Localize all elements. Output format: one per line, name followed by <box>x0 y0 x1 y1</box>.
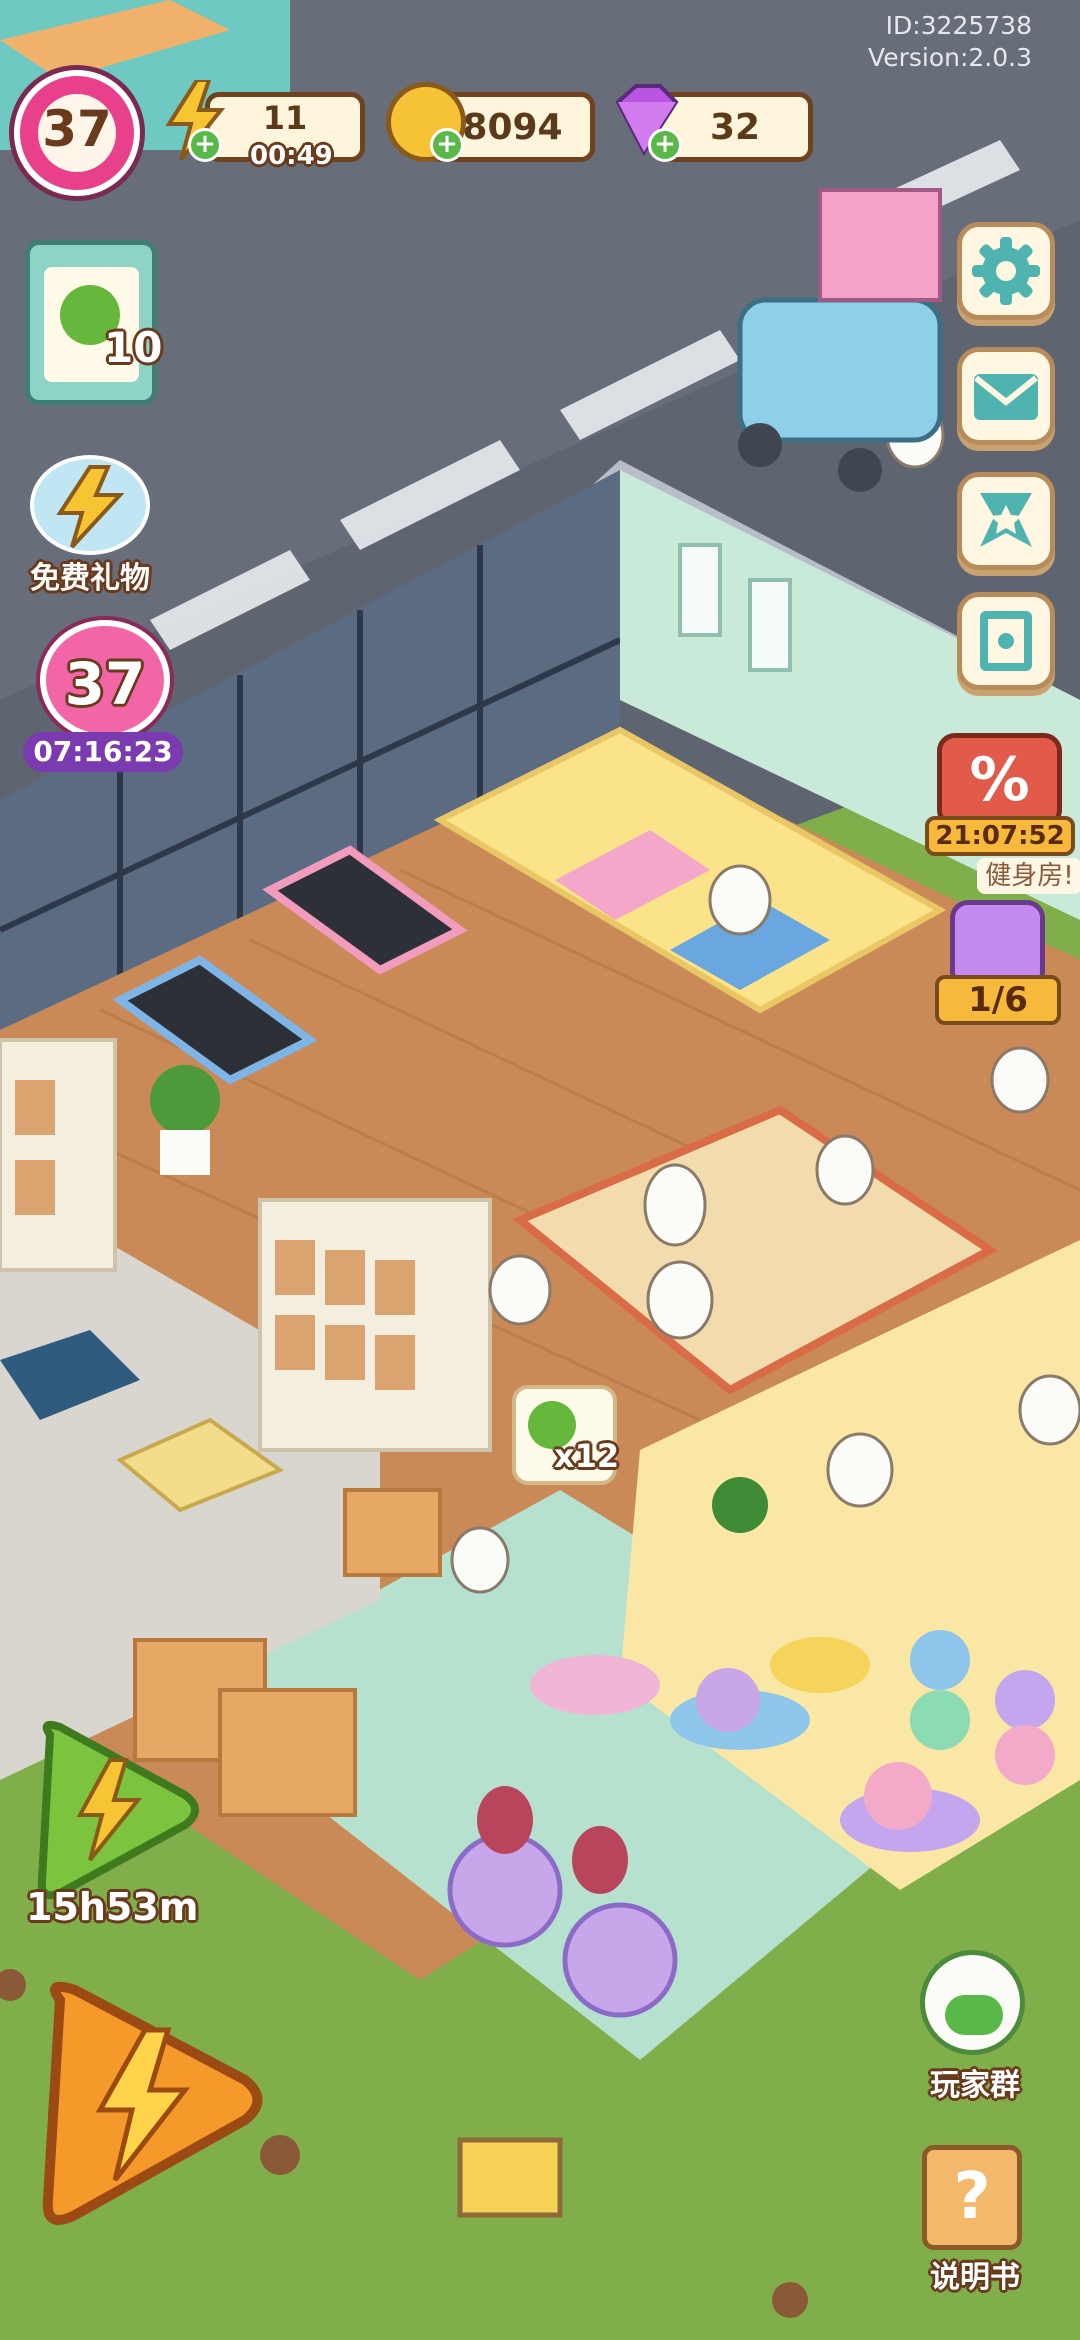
manual-label: 说明书 <box>930 2260 1020 2295</box>
achievements-button[interactable] <box>957 472 1055 570</box>
player-group-button[interactable]: 玩家群 <box>900 1950 1050 2105</box>
version-label: Version:2.0.3 <box>868 43 1032 72</box>
energy-play-button[interactable] <box>20 1975 270 2235</box>
gem-add-button[interactable]: + <box>648 128 682 162</box>
account-info: ID:3225738 Version:2.0.3 <box>868 10 1032 74</box>
trophy-icon <box>980 493 1032 547</box>
collection-button[interactable]: 1/6 <box>925 895 1075 1030</box>
settings-gear-icon <box>972 237 1040 305</box>
book-button[interactable] <box>957 592 1055 690</box>
event-timer: 07:16:23 <box>23 732 183 772</box>
event-level-button[interactable]: 37 07:16:23 <box>15 620 190 780</box>
clipboard-tasks-button[interactable]: 10 <box>25 240 162 405</box>
question-icon: ? <box>922 2145 1022 2250</box>
event-level: 37 <box>64 650 146 718</box>
energy-amount: 11 <box>262 99 308 137</box>
free-gift-button[interactable]: 免费礼物 <box>10 445 170 596</box>
free-gift-label: 免费礼物 <box>30 561 150 596</box>
sale-subtitle: 健身房! <box>977 858 1080 894</box>
chat-icon <box>920 1950 1025 2055</box>
boost-timer-button[interactable]: 15h53m <box>20 1715 220 1935</box>
clover-reward-count: x12 <box>554 1437 620 1475</box>
settings-button[interactable] <box>957 222 1055 320</box>
mail-icon <box>974 374 1038 420</box>
clipboard-count: 10 <box>104 323 163 372</box>
gym-sale-button[interactable]: % 21:07:52 健身房! <box>925 728 1080 898</box>
collection-progress: 1/6 <box>935 975 1061 1025</box>
sale-timer: 21:07:52 <box>925 816 1075 856</box>
account-id: ID:3225738 <box>885 11 1032 40</box>
player-group-label: 玩家群 <box>930 2068 1020 2103</box>
gift-icon <box>30 455 150 555</box>
book-icon <box>980 611 1032 671</box>
boost-timer: 15h53m <box>26 1885 199 1929</box>
player-level-badge[interactable]: 37 <box>14 70 140 196</box>
mail-button[interactable] <box>957 347 1055 445</box>
percent-sale-icon: % <box>937 733 1062 828</box>
manual-button[interactable]: ? 说明书 <box>900 2140 1050 2300</box>
coin-add-button[interactable]: + <box>430 128 464 162</box>
player-level: 37 <box>42 100 112 158</box>
energy-counter[interactable]: 11 00:49 <box>205 92 365 171</box>
energy-timer: 00:49 <box>250 141 333 171</box>
energy-add-button[interactable]: + <box>188 128 222 162</box>
clover-reward-bubble[interactable]: x12 <box>512 1385 620 1485</box>
